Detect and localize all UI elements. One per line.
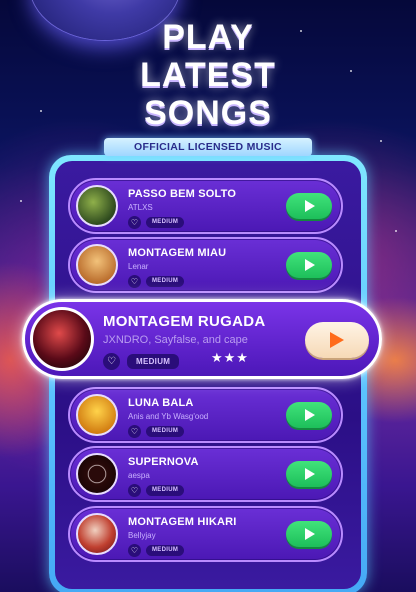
heart-icon[interactable]: ♡ [103,353,120,370]
heart-icon[interactable]: ♡ [128,425,141,438]
featured-song-row[interactable]: MONTAGEM RUGADA JXNDRO, Sayfalse, and ca… [22,299,382,379]
star-decoration [380,140,382,142]
album-cover [76,244,118,286]
star-decoration [20,200,22,202]
song-title: MONTAGEM RUGADA [103,313,266,330]
song-row[interactable]: SUPERNOVA aespa ♡ MEDIUM [68,446,343,502]
song-title: MONTAGEM HIKARI [128,516,237,528]
song-row[interactable]: MONTAGEM MIAU Lenar ♡ MEDIUM [68,237,343,293]
play-button[interactable] [286,252,332,278]
headline-line-2: LATEST [140,56,276,94]
song-row[interactable]: MONTAGEM HIKARI Bellyjay ♡ MEDIUM [68,506,343,562]
song-artist: ATLXS [128,203,153,212]
song-title: PASSO BEM SOLTO [128,188,237,200]
album-cover [76,513,118,555]
play-icon [330,332,344,348]
song-title: MONTAGEM MIAU [128,247,227,259]
song-row[interactable]: LUNA BALA Anis and Yb Wasg'ood ♡ MEDIUM [68,387,343,443]
song-artist: Anis and Yb Wasg'ood [128,412,209,421]
song-artist: JXNDRO, Sayfalse, and cape [103,334,248,346]
play-icon [305,259,315,271]
difficulty-badge: MEDIUM [127,354,180,369]
difficulty-badge: MEDIUM [146,485,185,496]
play-button[interactable] [286,193,332,219]
album-cover [76,394,118,436]
play-button[interactable] [286,402,332,428]
difficulty-badge: MEDIUM [146,545,185,556]
play-icon [305,528,315,540]
heart-icon[interactable]: ♡ [128,484,141,497]
song-artist: Bellyjay [128,531,156,540]
official-licensed-ribbon: OFFICIAL LICENSED MUSIC [104,138,312,156]
song-artist: aespa [128,471,150,480]
headline-line-1: PLAY [162,18,254,56]
play-button[interactable] [286,461,332,487]
album-cover [76,453,118,495]
album-cover [30,307,94,371]
heart-icon[interactable]: ♡ [128,216,141,229]
play-button[interactable] [286,521,332,547]
heart-icon[interactable]: ♡ [128,275,141,288]
song-artist: Lenar [128,262,149,271]
play-button[interactable] [305,322,369,358]
album-cover [76,185,118,227]
song-title: LUNA BALA [128,397,194,409]
play-icon [305,200,315,212]
play-icon [305,409,315,421]
difficulty-badge: MEDIUM [146,217,185,228]
star-decoration [395,230,397,232]
headline-line-3: SONGS [144,94,272,132]
star-rating: ★★★ [211,351,249,366]
heart-icon[interactable]: ♡ [128,544,141,557]
song-row[interactable]: PASSO BEM SOLTO ATLXS ♡ MEDIUM [68,178,343,234]
difficulty-badge: MEDIUM [146,426,185,437]
play-icon [305,468,315,480]
difficulty-badge: MEDIUM [146,276,185,287]
song-title: SUPERNOVA [128,456,199,468]
